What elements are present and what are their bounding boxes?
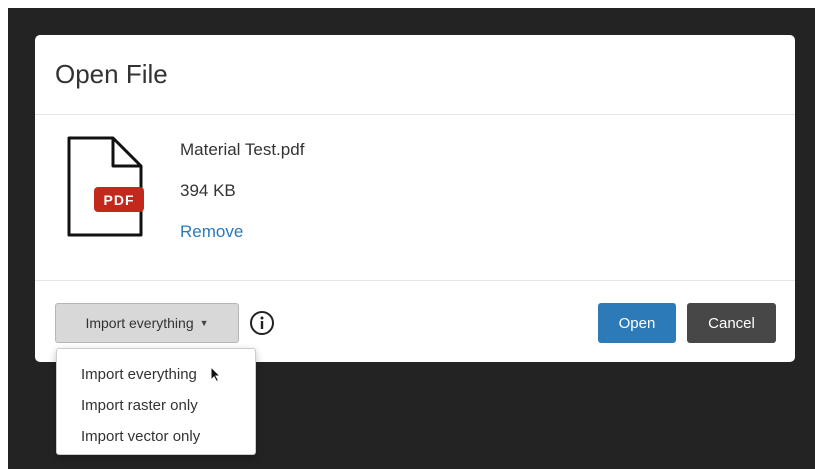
remove-link[interactable]: Remove: [180, 222, 243, 242]
file-size: 394 KB: [180, 181, 236, 200]
menu-item-import-raster-only[interactable]: Import raster only: [57, 390, 255, 421]
caret-down-icon: ▼: [199, 318, 209, 328]
import-mode-selected: Import everything: [85, 315, 194, 331]
import-mode-menu: Import everything Import raster only Imp…: [56, 348, 256, 455]
info-circle-icon[interactable]: [249, 310, 275, 336]
menu-item-import-vector-only[interactable]: Import vector only: [57, 421, 255, 452]
open-button[interactable]: Open: [598, 303, 676, 343]
dialog-header: Open File: [35, 35, 795, 115]
mouse-cursor-icon: [210, 366, 221, 382]
dialog-body: PDF Material Test.pdf 394 KB Remove: [35, 115, 795, 281]
open-file-dialog: Open File PDF Material Test.pdf 394 KB R…: [35, 35, 795, 362]
menu-item-import-everything[interactable]: Import everything: [57, 359, 255, 390]
import-mode-dropdown[interactable]: Import everything ▼: [55, 303, 239, 343]
pdf-badge-text: PDF: [104, 192, 135, 208]
cancel-button[interactable]: Cancel: [687, 303, 776, 343]
pdf-file-icon: PDF: [67, 136, 144, 237]
dialog-title: Open File: [55, 59, 168, 89]
file-name: Material Test.pdf: [180, 140, 305, 159]
